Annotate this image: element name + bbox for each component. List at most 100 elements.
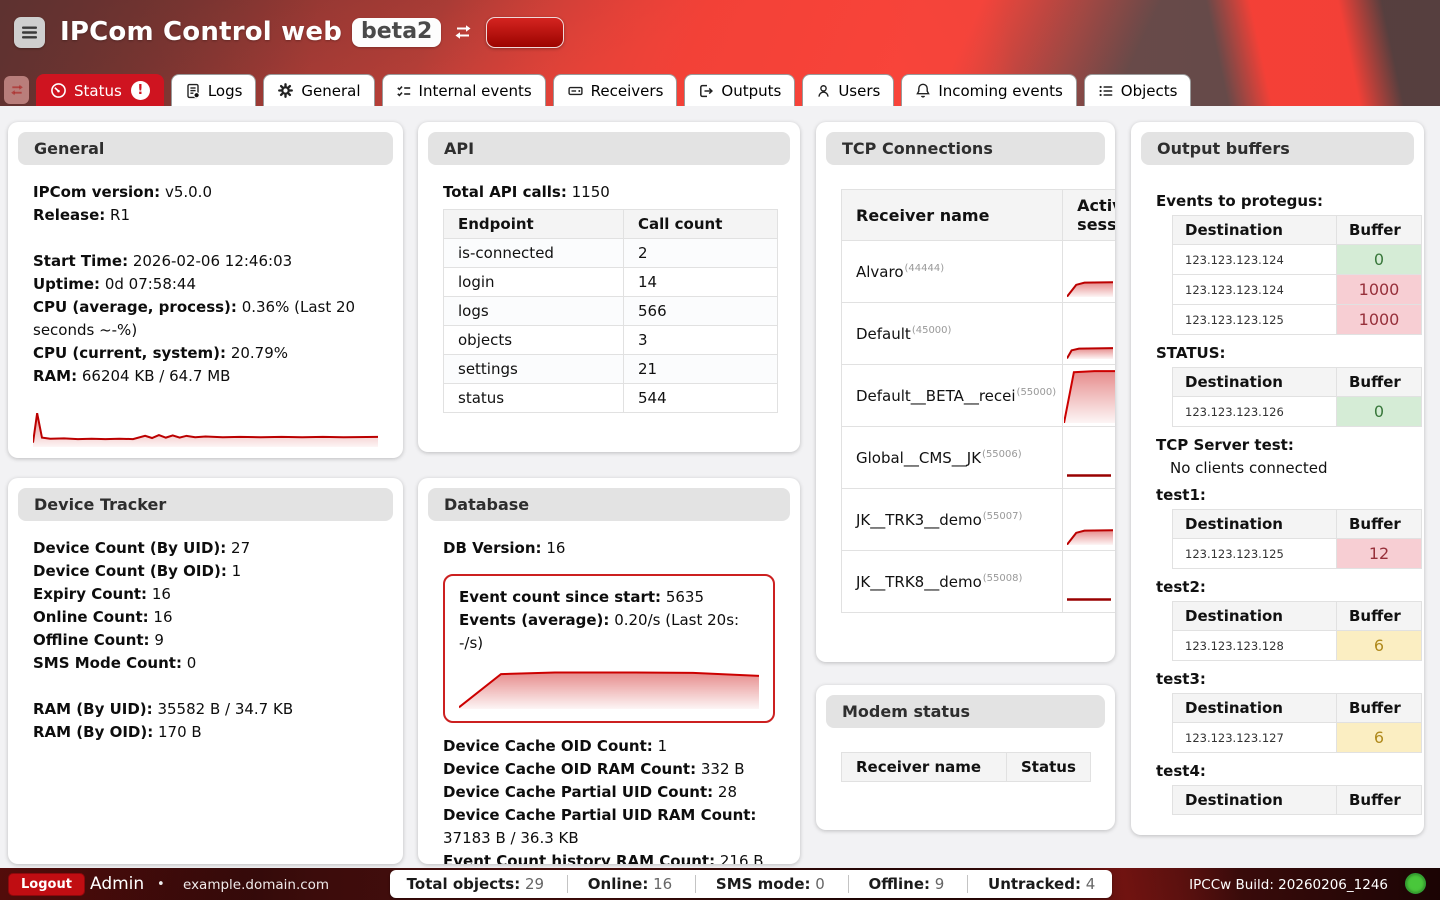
buffer-table: Destination Buffer 123.123.123.1286	[1172, 601, 1422, 661]
total-api-calls: Total API calls: 1150	[443, 181, 775, 204]
card-title: Output buffers	[1141, 132, 1414, 165]
tab-incoming-events[interactable]: Incoming events	[901, 74, 1076, 106]
tab-label: Receivers	[591, 82, 664, 100]
column-header: Buffer	[1337, 216, 1422, 245]
field-row: Device Cache Partial UID Count: 28	[443, 781, 775, 804]
tabs-refresh-button[interactable]	[4, 76, 29, 104]
card-general: General IPCom version: v5.0.0Release: R1…	[8, 122, 403, 458]
card-title: Modem status	[826, 695, 1105, 728]
tab-logs[interactable]: Logs	[171, 74, 257, 106]
status-bar: Logout Admin • example.domain.com Total …	[0, 868, 1440, 900]
swap-arrows-icon	[9, 83, 25, 97]
tab-label: Status	[74, 82, 122, 100]
column-header: Destination	[1173, 786, 1337, 815]
tab-status[interactable]: Status !	[36, 74, 164, 106]
app-title: IPCom Control web	[60, 17, 342, 47]
event-count-box: Event count since start: 5635Events (ave…	[443, 574, 775, 723]
logs-icon	[185, 83, 201, 99]
hamburger-menu-button[interactable]	[14, 17, 45, 48]
modem-table: Receiver name Status	[841, 752, 1091, 782]
card-title: Device Tracker	[18, 488, 393, 521]
object-stats-pill: Total objects: 29Online: 16SMS mode: 0Of…	[390, 870, 1112, 898]
destination-cell: 123.123.123.126	[1173, 397, 1337, 427]
footer-separator: •	[157, 877, 165, 892]
receiver-port: (44444)	[905, 263, 945, 274]
column-header: Receiver name	[842, 753, 1007, 782]
sessions-sparkline	[1064, 369, 1115, 423]
database-cache-group: Device Cache OID Count: 1Device Cache OI…	[443, 735, 775, 864]
buffer-table: Destination Buffer 123.123.123.1240123.1…	[1172, 215, 1422, 335]
column-header: Active sessions	[1063, 190, 1115, 241]
field-row: CPU (current, system): 20.79%	[33, 342, 378, 365]
receiver-port: (55006)	[982, 449, 1022, 460]
buffer-section-label: TCP Server test:	[1156, 436, 1408, 454]
logout-button[interactable]: Logout	[8, 873, 85, 896]
buffer-row: 123.123.123.1260	[1173, 397, 1422, 427]
tab-receivers[interactable]: Receivers	[553, 74, 678, 106]
sessions-sparkline	[1067, 345, 1113, 359]
sessions-sparkline	[1067, 594, 1111, 604]
header-action-button[interactable]	[486, 17, 564, 48]
buffer-section: test1: Destination Buffer 123.123.123.12…	[1156, 486, 1408, 569]
card-title: General	[18, 132, 393, 165]
list-icon	[1098, 83, 1114, 99]
tcp-row: Default(45000) 1	[842, 303, 1116, 365]
field-row: IPCom version: v5.0.0	[33, 181, 378, 204]
tcp-row: Default__BETA__recei(55000) 11	[842, 365, 1116, 427]
tcp-row: JK__TRK8__demo(55008) 0	[842, 551, 1116, 613]
field-row: RAM (By OID): 170 B	[33, 721, 378, 744]
receiver-icon	[567, 83, 584, 99]
device-ram-group: RAM (By UID): 35582 B / 34.7 KBRAM (By O…	[33, 698, 378, 744]
buffer-section-label: Events to protegus:	[1156, 192, 1408, 210]
receiver-port: (55000)	[1017, 387, 1057, 398]
refresh-button[interactable]	[453, 23, 473, 41]
column-header: Call count	[624, 210, 778, 239]
column-header: Destination	[1173, 216, 1337, 245]
output-icon	[698, 83, 714, 99]
device-counts-group: Device Count (By UID): 27Device Count (B…	[33, 537, 378, 675]
tab-internal-events[interactable]: Internal events	[382, 74, 546, 106]
buffer-section: Events to protegus: Destination Buffer 1…	[1156, 192, 1408, 335]
buffer-value-cell: 1000	[1337, 275, 1422, 305]
tab-outputs[interactable]: Outputs	[684, 74, 795, 106]
bell-icon	[915, 82, 931, 99]
tab-objects[interactable]: Objects	[1084, 74, 1192, 106]
column-header: Destination	[1173, 510, 1337, 539]
buffer-row: 123.123.123.1276	[1173, 723, 1422, 753]
stat-item: Untracked: 4	[967, 875, 1101, 893]
column-header: Buffer	[1337, 786, 1422, 815]
field-row: Device Count (By UID): 27	[33, 537, 378, 560]
buffer-section-label: test1:	[1156, 486, 1408, 504]
card-api: API Total API calls: 1150 Endpoint Call …	[418, 122, 800, 452]
buffer-section: test2: Destination Buffer 123.123.123.12…	[1156, 578, 1408, 661]
api-row: login14	[444, 268, 778, 297]
field-row: RAM (By UID): 35582 B / 34.7 KB	[33, 698, 378, 721]
destination-cell: 123.123.123.124	[1173, 275, 1337, 305]
receiver-port: (55008)	[983, 573, 1023, 584]
db-version: DB Version: 16	[443, 537, 775, 560]
card-device-tracker: Device Tracker Device Count (By UID): 27…	[8, 478, 403, 864]
column-header: Status	[1007, 753, 1091, 782]
tcp-table: Receiver name Active sessions Alvaro(444…	[841, 189, 1115, 613]
destination-cell: 123.123.123.127	[1173, 723, 1337, 753]
destination-cell: 123.123.123.124	[1173, 245, 1337, 275]
field-row: Events (average): 0.20/s (Last 20s: -/s)	[459, 609, 759, 655]
field-row: RAM: 66204 KB / 64.7 MB	[33, 365, 378, 388]
tab-users[interactable]: Users	[802, 74, 894, 106]
buffer-row: 123.123.123.1251000	[1173, 305, 1422, 335]
api-row: settings21	[444, 355, 778, 384]
column-header: Destination	[1173, 694, 1337, 723]
api-table: Endpoint Call count is-connected2login14…	[443, 209, 778, 413]
field-row: CPU (average, process): 0.36% (Last 20 s…	[33, 296, 378, 342]
buffer-section: TCP Server test: No clients connected	[1156, 436, 1408, 477]
buffer-table: Destination Buffer	[1172, 785, 1422, 815]
tab-general[interactable]: General	[263, 74, 374, 106]
stat-item: SMS mode: 0	[695, 875, 831, 893]
tab-label: Objects	[1121, 82, 1178, 100]
sessions-sparkline	[1067, 529, 1113, 545]
api-row: status544	[444, 384, 778, 413]
logged-in-user: Admin	[90, 874, 144, 894]
stat-item: Online: 16	[567, 875, 678, 893]
buffer-section-label: test3:	[1156, 670, 1408, 688]
buffer-row: 123.123.123.12512	[1173, 539, 1422, 569]
